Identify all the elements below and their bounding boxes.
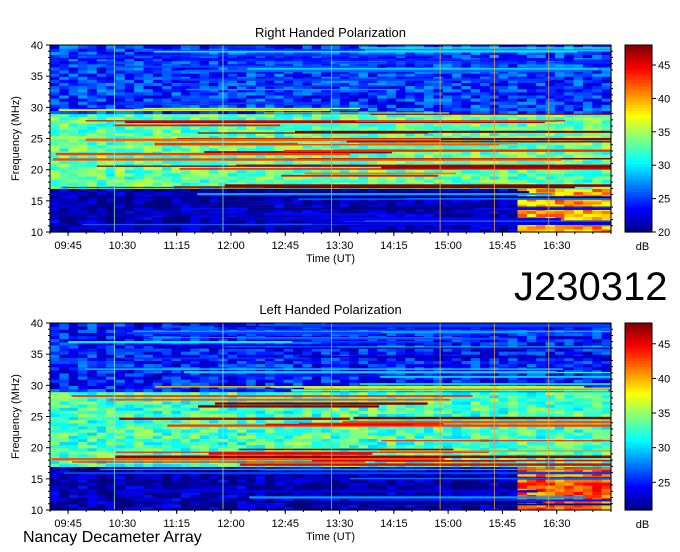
colorbar: 20 25 30 35 40 45 dB [624,44,670,253]
y-tick-label: 10 [31,505,43,517]
y-tick-label: 10 [31,227,43,239]
colorbar-tick-label: 35 [658,408,670,420]
x-tick-label: 15:45 [489,240,517,252]
y-tick-label: 30 [31,380,43,392]
colorbar-tick-label: 30 [658,443,670,455]
x-tick-label: 12:00 [217,240,245,252]
y-tick-label: 15 [31,474,43,486]
heatmap [50,45,612,233]
y-tick-label: 40 [31,318,43,330]
x-tick-label: 14:15 [380,518,408,530]
y-axis-label: Frequency (MHz) [10,96,22,181]
x-tick-label: 13:30 [326,518,354,530]
colorbar-tick-label: 35 [658,127,670,139]
y-tick-label: 20 [31,165,43,177]
x-tick-label: 15:45 [489,518,517,530]
colorbar-tick-label: 30 [658,160,670,172]
colorbar-tick-label: 45 [658,339,670,351]
x-tick-label: 16:30 [543,518,571,530]
x-axis-label: Time (UT) [306,253,355,265]
colorbar: 25 30 35 40 45 dB [624,322,670,531]
y-tick-label: 35 [31,71,43,83]
y-tick-label: 40 [31,40,43,52]
footer-label: Nancay Decameter Array [23,529,202,546]
colorbar-tick-label: 20 [658,227,670,239]
panel-title: Right Handed Polarization [255,25,406,40]
y-axis-label: Frequency (MHz) [10,374,22,459]
colorbar-tick-label: 25 [658,477,670,489]
x-tick-label: 13:30 [326,240,354,252]
x-tick-label: 09:45 [54,240,82,252]
observation-id: J230312 [514,265,668,309]
colorbar-tick-label: 40 [658,373,670,385]
y-tick-label: 15 [31,196,43,208]
x-tick-label: 15:00 [434,518,462,530]
x-tick-label: 14:15 [380,240,408,252]
x-axis-label: Time (UT) [306,531,355,543]
x-tick-label: 15:00 [434,240,462,252]
colorbar-tick-label: 25 [658,194,670,206]
x-tick-label: 16:30 [543,240,571,252]
panel-title: Left Handed Polarization [259,302,401,317]
heatmap [50,323,612,511]
panel-left-polarization: Left Handed Polarization 10 15 20 25 30 35 40 Fr… [10,302,670,543]
x-tick-label: 11:15 [163,240,190,252]
colorbar-label: dB [636,519,649,531]
x-tick-label: 10:30 [109,240,137,252]
colorbar-tick-label: 40 [658,93,670,105]
y-tick-label: 35 [31,349,43,361]
panel-right-polarization: Right Handed Polarization 10 15 20 25 30 35 40 F… [10,25,670,265]
y-tick-label: 30 [31,102,43,114]
y-tick-label: 20 [31,443,43,455]
x-tick-label: 12:45 [271,240,299,252]
y-tick-label: 25 [31,134,43,146]
colorbar-label: dB [636,241,649,253]
colorbar-tick-label: 45 [658,60,670,72]
y-tick-label: 25 [31,412,43,424]
